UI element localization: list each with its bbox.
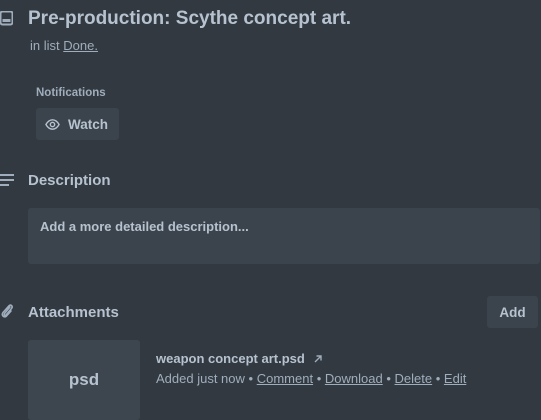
watch-button[interactable]: Watch xyxy=(36,108,119,140)
comment-link[interactable]: Comment xyxy=(257,371,313,386)
download-link[interactable]: Download xyxy=(325,371,383,386)
arrow-up-right-icon[interactable] xyxy=(313,354,323,364)
delete-link[interactable]: Delete xyxy=(395,371,433,386)
card-icon xyxy=(0,11,13,26)
watch-label: Watch xyxy=(68,116,108,132)
notifications-label: Notifications xyxy=(36,87,106,99)
in-list-prefix: in list xyxy=(30,38,60,53)
separator: • xyxy=(435,371,441,386)
separator: • xyxy=(386,371,391,386)
paperclip-icon xyxy=(1,304,13,318)
edit-link[interactable]: Edit xyxy=(444,371,466,386)
description-title: Description xyxy=(28,172,111,189)
in-list-line: in list Done. xyxy=(30,38,98,53)
description-input[interactable]: Add a more detailed description... xyxy=(28,208,540,264)
add-attachment-button[interactable]: Add xyxy=(487,296,538,328)
eye-icon xyxy=(45,118,60,130)
attachment-name[interactable]: weapon concept art.psd xyxy=(156,351,305,366)
attachments-title: Attachments xyxy=(28,304,119,321)
card-title[interactable]: Pre-production: Scythe concept art. xyxy=(28,8,351,30)
text-lines-icon xyxy=(0,174,14,186)
separator: • xyxy=(316,371,322,386)
attachment-name-row: weapon concept art.psd xyxy=(156,351,323,366)
list-link[interactable]: Done. xyxy=(63,38,98,53)
attachment-thumbnail[interactable]: psd xyxy=(28,340,140,420)
separator: • xyxy=(248,371,254,386)
attachment-added: Added just now xyxy=(156,371,245,386)
attachment-meta: Added just now • Comment • Download • De… xyxy=(156,371,466,386)
